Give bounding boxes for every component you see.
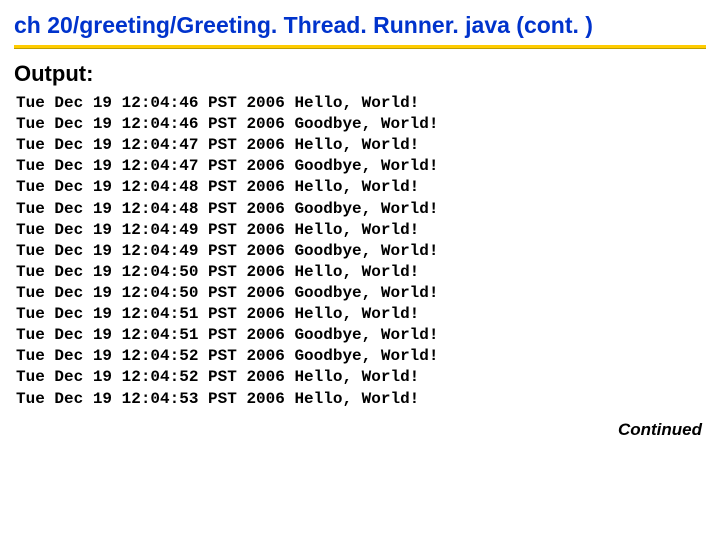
continued-label: Continued [618, 420, 702, 440]
program-output: Tue Dec 19 12:04:46 PST 2006 Hello, Worl… [16, 93, 706, 410]
title-underline [14, 45, 706, 49]
output-heading: Output: [14, 61, 706, 87]
slide-title: ch 20/greeting/Greeting. Thread. Runner.… [14, 12, 706, 43]
